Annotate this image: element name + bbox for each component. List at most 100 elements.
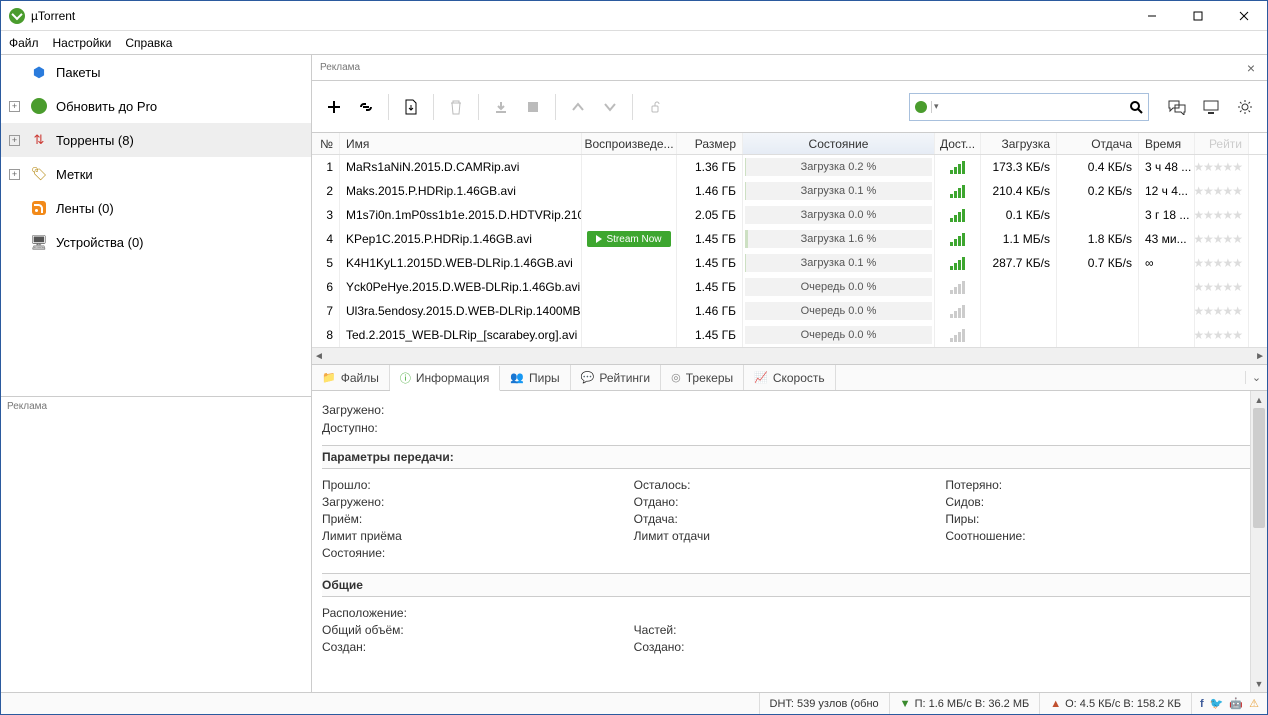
table-row[interactable]: 8Ted.2.2015_WEB-DLRip_[scarabey.org].avi… <box>312 323 1267 347</box>
tree-expand-icon[interactable]: + <box>9 169 20 180</box>
facebook-icon[interactable]: f <box>1200 698 1204 710</box>
move-up-button[interactable] <box>564 93 592 121</box>
status-up[interactable]: ▲О: 4.5 КБ/с В: 158.2 КБ <box>1039 693 1191 714</box>
tree-expand-icon[interactable]: + <box>9 135 20 146</box>
search-icon[interactable] <box>1124 100 1148 114</box>
vertical-scrollbar[interactable]: ▲ ▼ <box>1250 391 1267 692</box>
cell-availability <box>935 251 981 275</box>
horizontal-scrollbar[interactable]: ◄► <box>312 347 1267 364</box>
cell-num: 5 <box>312 251 340 275</box>
folder-icon: 📁 <box>322 371 336 384</box>
search-input[interactable] <box>941 100 1124 114</box>
remove-button[interactable] <box>442 93 470 121</box>
sidebar-item-feeds[interactable]: Ленты (0) <box>1 191 311 225</box>
info-dl: Загружено: <box>322 495 634 509</box>
detail-tabs: 📁Файлы ⓘИнформация 👥Пиры 💬Рейтинги ◎Трек… <box>312 365 1267 391</box>
sidebar-label: Обновить до Pro <box>56 99 157 114</box>
start-button[interactable] <box>487 93 515 121</box>
info-pieces: Частей: <box>634 623 946 637</box>
cell-name: Ted.2.2015_WEB-DLRip_[scarabey.org].avi <box>340 323 582 347</box>
table-row[interactable]: 7Ul3ra.5endosy.2015.D.WEB-DLRip.1400MB.a… <box>312 299 1267 323</box>
sidebar-item-bundles[interactable]: ⬢ Пакеты <box>1 55 311 89</box>
cell-play <box>582 179 677 203</box>
cell-num: 7 <box>312 299 340 323</box>
info-ulspeed: Отдача: <box>634 512 946 526</box>
add-torrent-button[interactable] <box>320 93 348 121</box>
col-name[interactable]: Имя <box>340 133 582 154</box>
warning-icon[interactable]: ⚠ <box>1249 697 1259 710</box>
col-time[interactable]: Время <box>1139 133 1195 154</box>
col-rating[interactable]: Рейти <box>1195 133 1249 154</box>
cell-size: 1.46 ГБ <box>677 179 743 203</box>
sidebar-item-devices[interactable]: 🖥 Устройства (0) <box>1 225 311 259</box>
cell-num: 2 <box>312 179 340 203</box>
preferences-icon[interactable] <box>1231 93 1259 121</box>
move-down-button[interactable] <box>596 93 624 121</box>
info-available: Доступно: <box>322 421 1257 435</box>
cell-size: 1.46 ГБ <box>677 299 743 323</box>
col-play[interactable]: Воспроизведе... <box>582 133 677 154</box>
remote-button[interactable] <box>641 93 669 121</box>
search-box[interactable]: ▾ <box>909 93 1149 121</box>
col-state[interactable]: Состояние <box>743 133 935 154</box>
chat-icon[interactable] <box>1163 93 1191 121</box>
dropdown-icon[interactable]: ▾ <box>932 101 941 112</box>
table-row[interactable]: 1MaRs1aNiN.2015.D.CAMRip.avi1.36 ГБЗагру… <box>312 155 1267 179</box>
labels-icon: 🏷 <box>30 165 48 183</box>
cell-time <box>1139 299 1195 323</box>
menu-settings[interactable]: Настройки <box>53 36 112 50</box>
sidebar-item-labels[interactable]: + 🏷 Метки <box>1 157 311 191</box>
tab-info[interactable]: ⓘИнформация <box>390 366 500 391</box>
table-row[interactable]: 6Yck0PeHye.2015.D.WEB-DLRip.1.46Gb.avi1.… <box>312 275 1267 299</box>
cell-play[interactable]: Stream Now <box>582 227 677 251</box>
detail-collapse-icon[interactable]: ⌄ <box>1245 371 1267 384</box>
stop-button[interactable] <box>519 93 547 121</box>
devices-icon: 🖥 <box>30 233 48 251</box>
cell-num: 4 <box>312 227 340 251</box>
col-upload[interactable]: Отдача <box>1057 133 1139 154</box>
status-dht[interactable]: DHT: 539 узлов (обно <box>759 693 889 714</box>
tab-speed[interactable]: 📈Скорость <box>744 365 836 390</box>
status-down[interactable]: ▼П: 1.6 МБ/с В: 36.2 МБ <box>889 693 1040 714</box>
table-row[interactable]: 2Maks.2015.P.HDRip.1.46GB.avi1.46 ГБЗагр… <box>312 179 1267 203</box>
minimize-button[interactable] <box>1129 1 1175 31</box>
trackers-icon: ◎ <box>671 371 681 384</box>
tab-ratings[interactable]: 💬Рейтинги <box>571 365 661 390</box>
cell-time: 3 ч 48 ... <box>1139 155 1195 179</box>
cell-size: 1.45 ГБ <box>677 323 743 347</box>
android-icon[interactable]: 🤖 <box>1229 697 1243 710</box>
twitter-icon[interactable]: 🐦 <box>1210 697 1224 710</box>
tab-files[interactable]: 📁Файлы <box>312 365 390 390</box>
menu-file[interactable]: Файл <box>9 36 39 50</box>
tree-expand-icon[interactable]: + <box>9 101 20 112</box>
cell-name: M1s7i0n.1mP0ss1b1e.2015.D.HDTVRip.2100..… <box>340 203 582 227</box>
torrents-icon: ⇅ <box>30 131 48 149</box>
cell-rating: ★★★★★ <box>1195 275 1249 299</box>
col-availability[interactable]: Дост... <box>935 133 981 154</box>
table-row[interactable]: 5K4H1KyL1.2015D.WEB-DLRip.1.46GB.avi1.45… <box>312 251 1267 275</box>
menu-help[interactable]: Справка <box>125 36 172 50</box>
sidebar-item-upgrade[interactable]: + Обновить до Pro <box>1 89 311 123</box>
close-button[interactable] <box>1221 1 1267 31</box>
cell-play <box>582 275 677 299</box>
col-size[interactable]: Размер <box>677 133 743 154</box>
table-row[interactable]: 3M1s7i0n.1mP0ss1b1e.2015.D.HDTVRip.2100.… <box>312 203 1267 227</box>
create-torrent-button[interactable] <box>397 93 425 121</box>
cell-name: Ul3ra.5endosy.2015.D.WEB-DLRip.1400MB.av… <box>340 299 582 323</box>
ad-close-icon[interactable]: × <box>1243 60 1259 76</box>
tab-trackers[interactable]: ◎Трекеры <box>661 365 744 390</box>
search-engine-icon[interactable] <box>910 101 932 113</box>
signal-icon <box>950 208 965 222</box>
cell-time: 3 г 18 ... <box>1139 203 1195 227</box>
cell-rating: ★★★★★ <box>1195 203 1249 227</box>
col-num[interactable]: № <box>312 133 340 154</box>
col-download[interactable]: Загрузка <box>981 133 1057 154</box>
detail-panel: 📁Файлы ⓘИнформация 👥Пиры 💬Рейтинги ◎Трек… <box>312 365 1267 692</box>
maximize-button[interactable] <box>1175 1 1221 31</box>
table-row[interactable]: 4KPep1C.2015.P.HDRip.1.46GB.aviStream No… <box>312 227 1267 251</box>
add-url-button[interactable] <box>352 93 380 121</box>
cell-state: Загрузка 1.6 % <box>743 227 935 251</box>
remote-access-icon[interactable] <box>1197 93 1225 121</box>
tab-peers[interactable]: 👥Пиры <box>500 365 570 390</box>
sidebar-item-torrents[interactable]: + ⇅ Торренты (8) <box>1 123 311 157</box>
